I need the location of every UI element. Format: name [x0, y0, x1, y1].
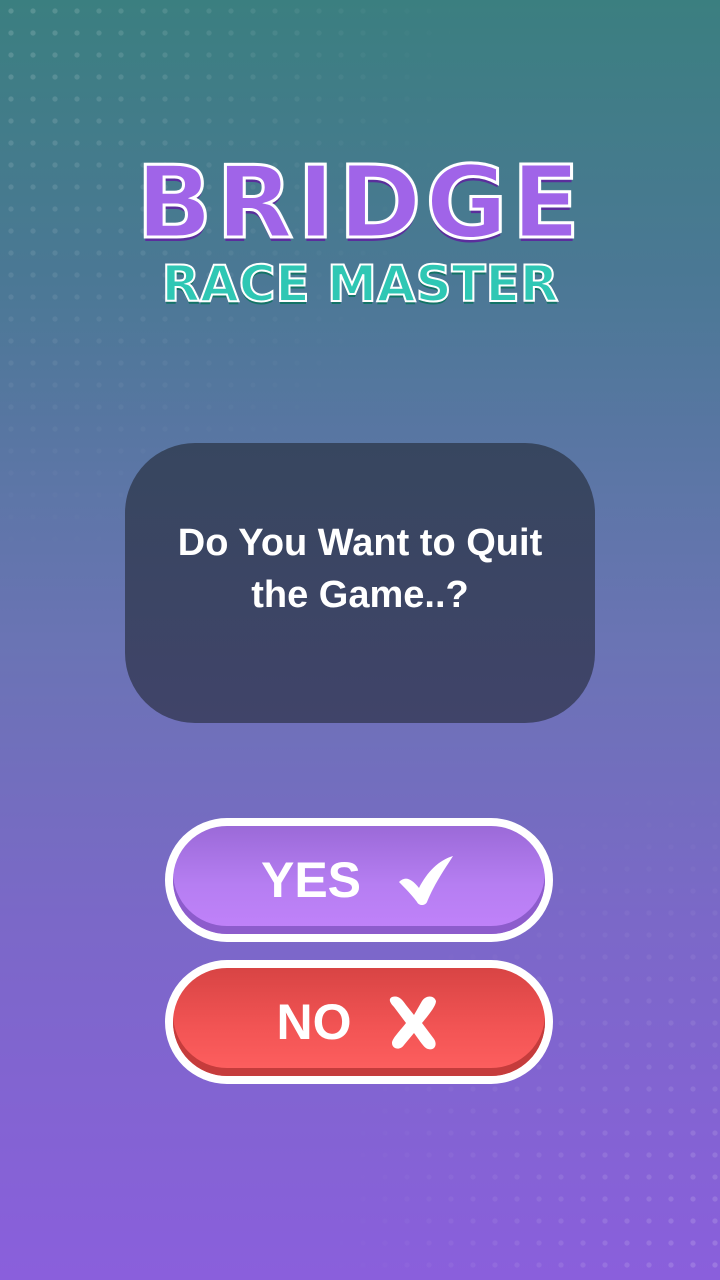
game-logo: BRIDGE RACE MASTER — [0, 144, 720, 313]
no-button[interactable]: NO — [165, 960, 553, 1084]
logo-title: BRIDGE — [135, 144, 584, 261]
quit-dialog: Do You Want to Quit the Game..? — [125, 443, 595, 723]
yes-button[interactable]: YES — [165, 818, 553, 942]
x-icon — [386, 993, 442, 1051]
no-button-label: NO — [276, 994, 352, 1050]
check-icon — [395, 852, 457, 908]
yes-button-face[interactable]: YES — [173, 826, 545, 934]
logo-subtitle: RACE MASTER — [161, 255, 560, 313]
no-button-face[interactable]: NO — [173, 968, 545, 1076]
yes-button-label: YES — [260, 852, 362, 908]
quit-message: Do You Want to Quit the Game..? — [177, 522, 543, 616]
